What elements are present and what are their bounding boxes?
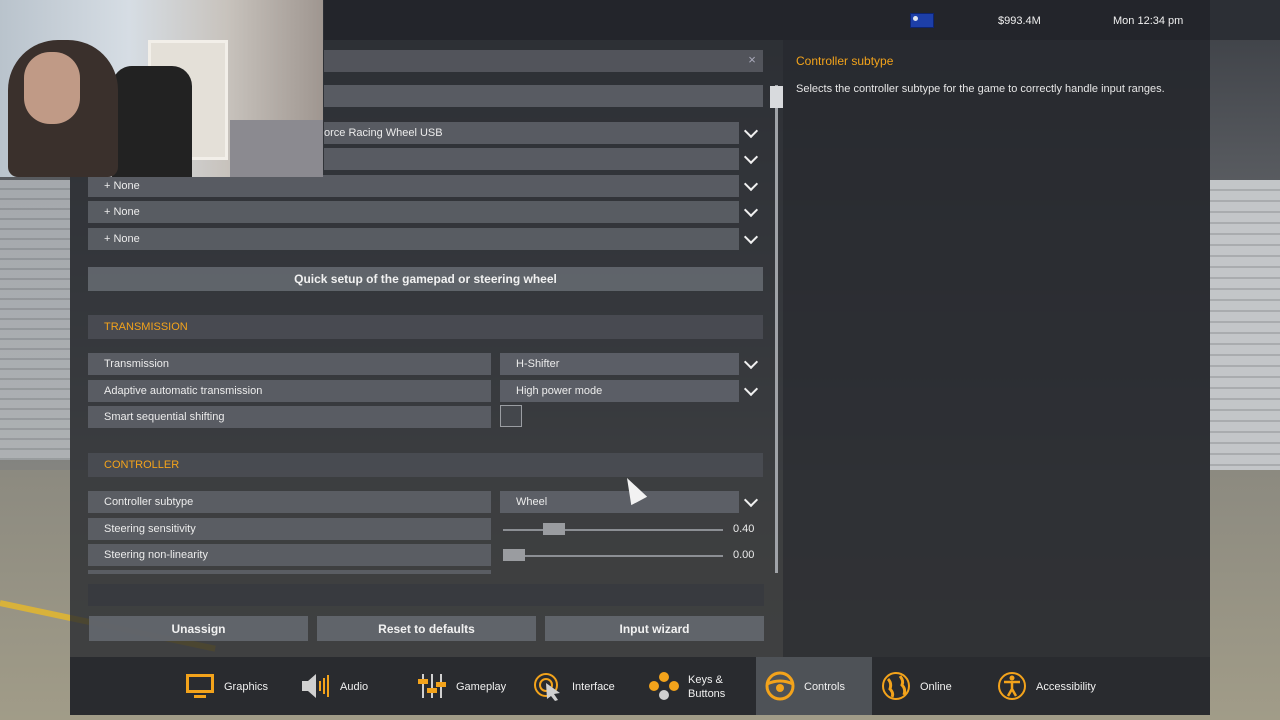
setting-row-partial — [88, 570, 491, 574]
chevron-down-icon[interactable] — [740, 353, 762, 375]
accessibility-icon — [998, 672, 1026, 700]
device-slot-label: + None — [104, 180, 140, 192]
tab-label: Graphics — [224, 681, 269, 693]
steering-wheel-icon — [765, 671, 795, 701]
unassign-label: Unassign — [171, 622, 226, 636]
info-description: Selects the controller subtype for the g… — [796, 83, 1165, 95]
info-title: Controller subtype — [796, 54, 894, 68]
scrollbar-thumb[interactable] — [770, 86, 783, 108]
input-wizard-label: Input wizard — [619, 622, 690, 636]
setting-label: Smart sequential shifting — [104, 411, 225, 423]
section-title: TRANSMISSION — [104, 321, 188, 333]
device-slot-label: + None — [104, 206, 140, 218]
device-slot-row[interactable]: + None — [88, 175, 739, 197]
settings-scrollbar[interactable] — [775, 85, 778, 573]
section-title: CONTROLLER — [104, 459, 180, 471]
quick-setup-button[interactable]: Quick setup of the gamepad or steering w… — [88, 267, 763, 291]
steering-nonlinearity-slider[interactable] — [503, 555, 723, 557]
setting-label: Controller subtype — [104, 496, 194, 508]
chevron-down-icon[interactable] — [740, 228, 762, 250]
chevron-down-icon[interactable] — [740, 122, 762, 144]
chevron-down-icon[interactable] — [740, 175, 762, 197]
select-value: Wheel — [516, 496, 548, 508]
tab-label: Interface — [572, 681, 615, 693]
setting-label: Steering non-linearity — [104, 549, 208, 561]
tab-gameplay[interactable]: Gameplay — [410, 657, 520, 715]
game-clock: Mon 12:34 pm — [1113, 15, 1184, 27]
background-garage-door-left — [0, 180, 70, 460]
webcam-bed — [230, 120, 323, 177]
slider-handle[interactable] — [503, 549, 525, 561]
setting-row-steering-nonlinearity: Steering non-linearity — [88, 544, 491, 566]
chevron-down-icon[interactable] — [740, 148, 762, 170]
setting-row-steering-sensitivity: Steering sensitivity — [88, 518, 491, 540]
setting-label: Adaptive automatic transmission — [104, 385, 263, 397]
tab-controls[interactable]: Controls — [756, 657, 872, 715]
setting-row-controller-subtype: Controller subtype — [88, 491, 491, 513]
tab-label: Keys & — [688, 674, 723, 686]
monitor-icon — [186, 674, 214, 698]
speaker-icon — [302, 674, 329, 698]
select-value: High power mode — [516, 385, 603, 397]
panel-footer-strip — [88, 584, 764, 606]
chevron-down-icon[interactable] — [740, 491, 762, 513]
select-value: H-Shifter — [516, 358, 560, 370]
input-wizard-button[interactable]: Input wizard — [545, 616, 764, 641]
reset-defaults-label: Reset to defaults — [378, 622, 475, 636]
close-icon[interactable]: × — [745, 53, 759, 67]
sliders-icon — [418, 674, 446, 698]
steering-sensitivity-value: 0.40 — [733, 523, 755, 535]
tab-accessibility[interactable]: Accessibility — [992, 657, 1112, 715]
tab-label: Audio — [340, 681, 369, 693]
top-status-bar — [324, 0, 1210, 40]
device-slot-secondary[interactable] — [324, 148, 739, 170]
tab-interface[interactable]: Interface — [528, 657, 638, 715]
tab-keys-buttons[interactable]: Keys & Buttons — [644, 657, 750, 715]
device-slot-row[interactable]: + None — [88, 201, 739, 223]
device-slot-label: + None — [104, 233, 140, 245]
reset-defaults-button[interactable]: Reset to defaults — [317, 616, 536, 641]
chevron-down-icon[interactable] — [740, 380, 762, 402]
transmission-select[interactable]: H-Shifter — [500, 353, 739, 375]
tab-audio[interactable]: Audio — [294, 657, 394, 715]
webcam-chair — [112, 66, 192, 177]
tab-label: Accessibility — [1036, 681, 1096, 693]
quick-setup-label: Quick setup of the gamepad or steering w… — [294, 272, 557, 286]
tab-label: Online — [920, 681, 952, 693]
tab-graphics[interactable]: Graphics — [176, 657, 286, 715]
slider-handle[interactable] — [542, 523, 565, 535]
globe-icon — [882, 672, 910, 700]
unassign-button[interactable]: Unassign — [89, 616, 308, 641]
background-garage-door-right — [1210, 180, 1280, 470]
section-transmission: TRANSMISSION — [88, 315, 763, 339]
gamepad-buttons-icon — [649, 672, 679, 700]
tab-label: Gameplay — [456, 681, 507, 693]
setting-row-adaptive-automatic: Adaptive automatic transmission — [88, 380, 491, 402]
section-controller: CONTROLLER — [88, 453, 763, 477]
chevron-down-icon[interactable] — [740, 201, 762, 223]
setting-label: Steering sensitivity — [104, 523, 196, 535]
cursor-icon — [534, 673, 560, 701]
tab-label: Controls — [804, 681, 845, 693]
device-slot-primary[interactable]: orce Racing Wheel USB — [324, 122, 739, 144]
webcam-overlay — [0, 0, 323, 177]
steering-sensitivity-slider[interactable] — [503, 529, 723, 531]
device-search-input[interactable] — [324, 50, 763, 72]
setting-label: Transmission — [104, 358, 169, 370]
device-slot-label: orce Racing Wheel USB — [324, 127, 443, 139]
steering-nonlinearity-value: 0.00 — [733, 549, 755, 561]
device-slot-row[interactable]: + None — [88, 228, 739, 250]
info-panel — [783, 40, 1210, 657]
money-balance: $993.4M — [998, 15, 1041, 27]
region-flag-icon — [910, 13, 934, 28]
setting-row-smart-sequential: Smart sequential shifting — [88, 406, 491, 428]
tab-online[interactable]: Online — [876, 657, 986, 715]
setting-row-transmission: Transmission — [88, 353, 491, 375]
adaptive-automatic-select[interactable]: High power mode — [500, 380, 739, 402]
smart-sequential-checkbox[interactable] — [500, 405, 522, 427]
webcam-face — [24, 52, 80, 124]
tab-label-line2: Buttons — [688, 688, 726, 700]
controller-subtype-select[interactable]: Wheel — [500, 491, 739, 513]
device-header-row — [324, 85, 763, 107]
